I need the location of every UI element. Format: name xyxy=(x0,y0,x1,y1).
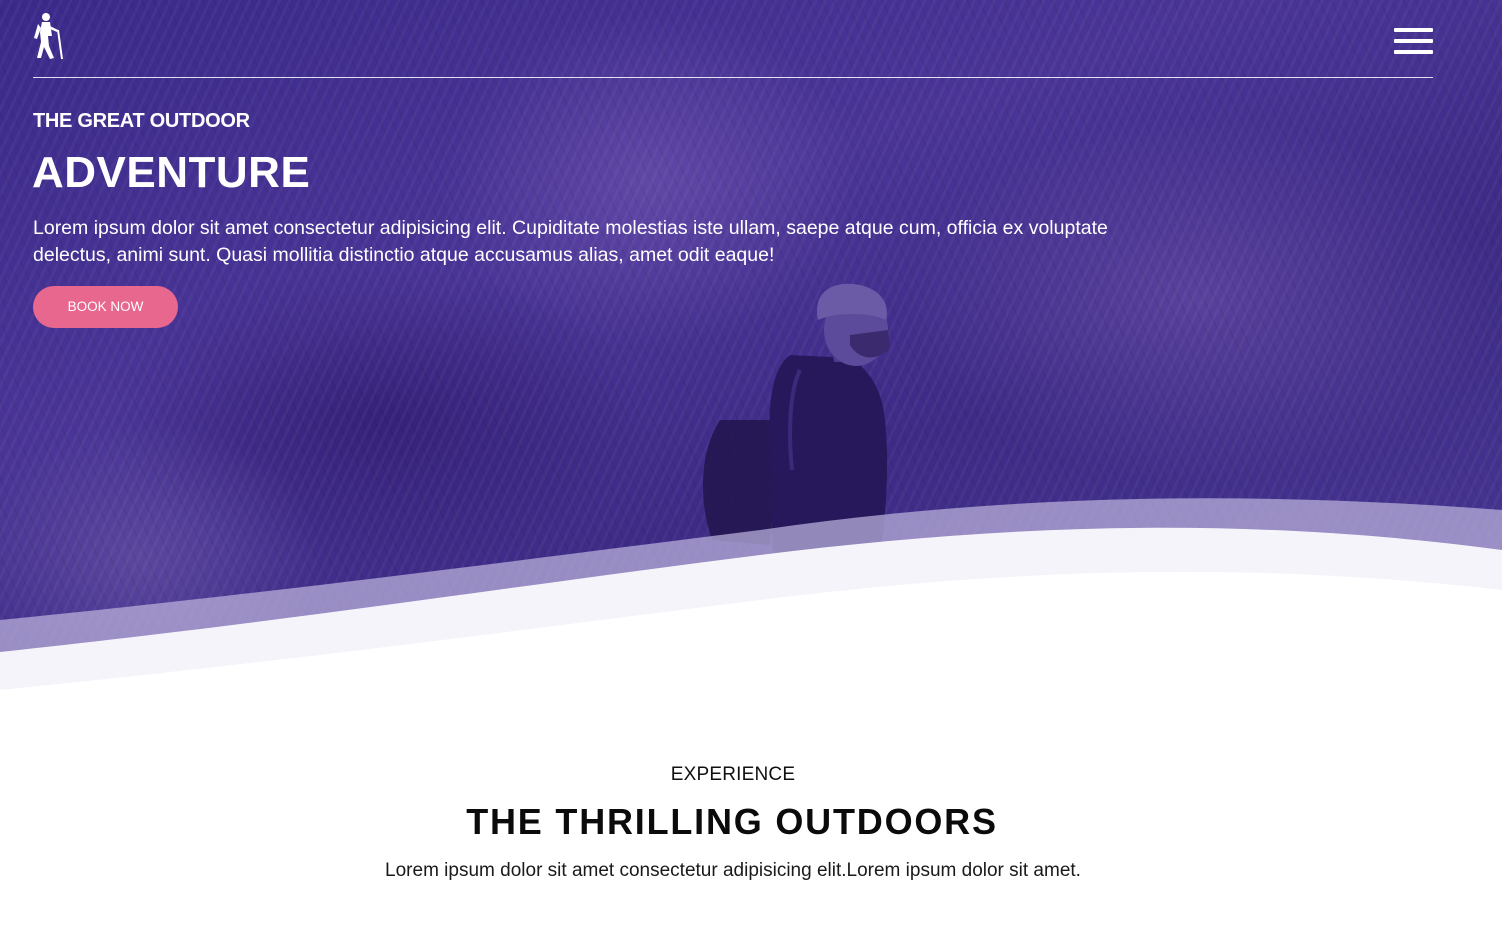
experience-title: THE THRILLING OUTDOORS xyxy=(466,801,998,842)
hero-eyebrow: THE GREAT OUTDOOR xyxy=(33,110,250,132)
experience-eyebrow: EXPERIENCE xyxy=(670,764,796,785)
hero-wave-divider xyxy=(0,498,1502,740)
header-divider xyxy=(33,77,1433,78)
hamburger-menu-icon[interactable] xyxy=(1394,28,1433,54)
menu-bar-bottom xyxy=(1394,50,1433,54)
hero-headline: ADVENTURE xyxy=(32,148,311,197)
hero-description: Lorem ipsum dolor sit amet consectetur a… xyxy=(33,217,1108,266)
experience-description: Lorem ipsum dolor sit amet consectetur a… xyxy=(385,860,1081,881)
book-now-button[interactable]: BOOK NOW xyxy=(33,286,178,328)
menu-bar-top xyxy=(1394,28,1433,32)
hiker-logo-icon[interactable] xyxy=(32,12,66,60)
menu-bar-middle xyxy=(1394,39,1433,43)
hero-section: THE GREAT OUTDOOR ADVENTURE Lorem ipsum … xyxy=(0,0,1502,740)
